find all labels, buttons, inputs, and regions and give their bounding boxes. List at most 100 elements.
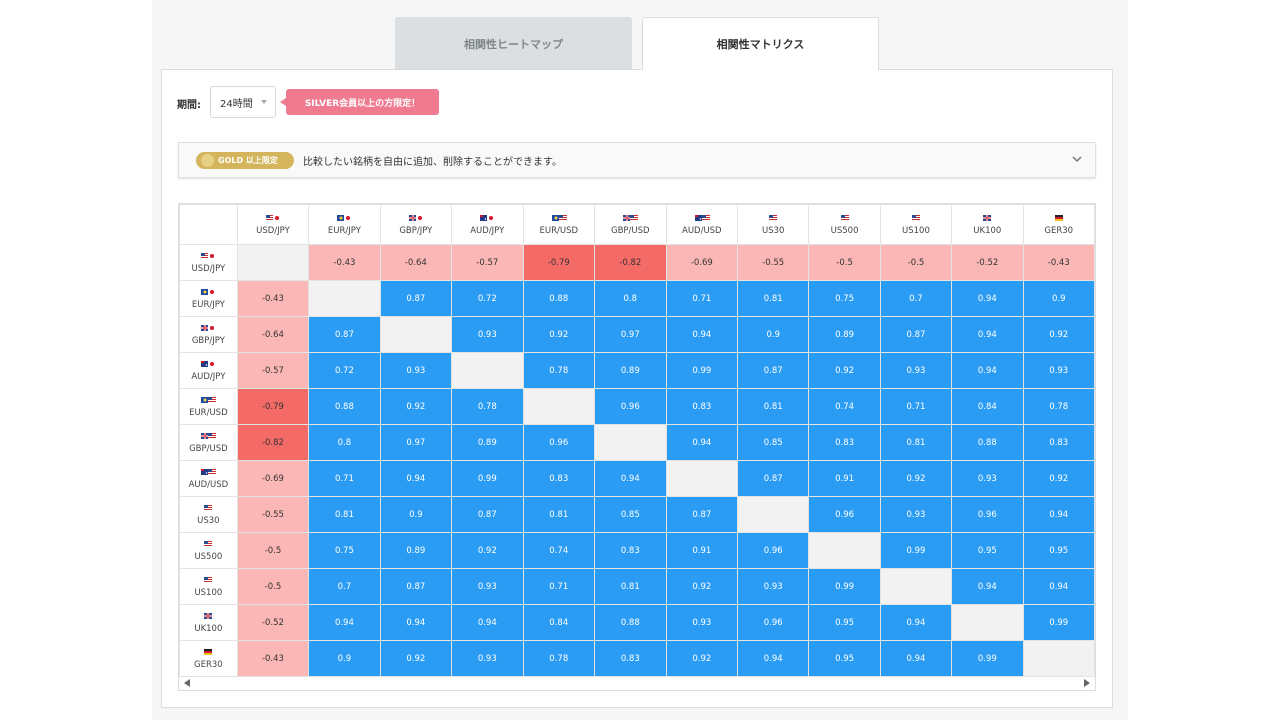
matrix-cell: 0.72 [451,280,524,317]
period-select[interactable]: 24時間 [210,86,276,118]
matrix-cell: 0.94 [451,604,524,641]
matrix-cell-diagonal [308,280,381,317]
flag-icon [983,214,992,221]
row-header: GBP/USD [179,424,238,461]
matrix-cell: 0.71 [879,388,953,425]
tab-heatmap[interactable]: 相関性ヒートマップ [395,17,632,70]
period-label: 期間: [177,100,201,111]
matrix-cell: 0.92 [879,460,953,497]
matrix-cell-diagonal [951,604,1024,641]
column-header-label: EUR/USD [539,225,579,236]
matrix-cell: 0.78 [1022,388,1095,425]
flag-icon [201,432,217,439]
matrix-cell: 0.8 [594,280,667,317]
matrix-cell: 0.81 [308,496,381,533]
flag-icon [201,468,217,475]
matrix-cell: 0.87 [665,496,739,533]
matrix-cell: -0.69 [665,244,739,281]
matrix-cell: 0.97 [379,424,453,461]
matrix-cell: 0.93 [879,496,953,533]
matrix-cell: -0.43 [1022,244,1095,281]
matrix-cell: 0.93 [1022,352,1095,389]
matrix-cell: 0.71 [308,460,381,497]
column-header-label: US100 [902,225,930,236]
matrix-cell: 0.87 [737,460,810,497]
matrix-cell: 0.87 [451,496,524,533]
matrix-cell: 0.83 [665,388,739,425]
matrix-cell: 0.93 [379,352,453,389]
matrix-cell: 0.99 [879,532,953,569]
matrix-cell: 0.95 [808,604,881,641]
matrix-cell: -0.64 [236,316,310,353]
matrix-cell: 0.71 [522,568,596,605]
column-header: EUR/USD [522,204,596,245]
info-bar[interactable]: GOLD 以上限定 比較したい銘柄を自由に追加、削除することができます。 [178,142,1096,178]
silver-member-badge: SILVER会員以上の方限定！ [280,89,439,115]
matrix-cell: 0.96 [522,424,596,461]
matrix-cell-diagonal [665,460,739,497]
matrix-cell-diagonal [522,388,596,425]
matrix-row: US500 -0.5 0.75 0.89 0.92 0.74 0.83 0.91 0.96 0.9… [179,532,1095,569]
column-header-label: AUD/USD [682,225,722,236]
row-header-label: EUR/JPY [191,299,225,310]
matrix-cell: 0.93 [451,640,524,677]
flag-icon [204,612,213,619]
flag-icon [840,214,849,221]
scroll-left-icon[interactable] [184,679,190,687]
matrix-cell: 0.81 [737,280,810,317]
matrix-cell: 0.75 [808,280,881,317]
flag-icon [201,396,217,403]
matrix-cell: 0.94 [951,280,1024,317]
flag-icon [408,214,424,221]
gold-badge: GOLD 以上限定 [196,152,294,169]
matrix-cell: -0.57 [451,244,524,281]
matrix-cell: 0.78 [451,388,524,425]
matrix-cell: 0.95 [1022,532,1095,569]
row-header: GBP/JPY [179,316,238,353]
matrix-cell: 0.99 [451,460,524,497]
matrix-cell: 0.96 [594,388,667,425]
matrix-cell: 0.93 [665,604,739,641]
scroll-right-icon[interactable] [1084,679,1090,687]
flag-icon [694,214,710,221]
matrix-cell: 0.85 [737,424,810,461]
row-header: AUD/USD [179,460,238,497]
matrix-cell: 0.88 [522,280,596,317]
matrix-cell: 0.81 [594,568,667,605]
matrix-row: GBP/JPY -0.64 0.87 0.93 0.92 0.97 0.94 0.9 0.89 0… [179,316,1095,353]
flag-icon [769,214,778,221]
matrix-cell: -0.64 [379,244,453,281]
matrix-cell: 0.78 [522,352,596,389]
matrix-cell: 0.91 [665,532,739,569]
row-header: EUR/USD [179,388,238,425]
column-header: GBP/USD [594,204,667,245]
matrix-cell: -0.82 [594,244,667,281]
matrix-cell: 0.92 [522,316,596,353]
matrix-cell: 0.89 [379,532,453,569]
matrix-cell: 0.94 [379,604,453,641]
matrix-cell: 0.94 [1022,568,1095,605]
flag-icon [265,214,281,221]
matrix-cell: 0.92 [451,532,524,569]
matrix-cell: 0.95 [951,532,1024,569]
flag-icon [480,214,496,221]
column-header: AUD/JPY [451,204,524,245]
column-header-label: US500 [830,225,859,236]
matrix-cell-diagonal [236,244,310,281]
chevron-down-icon[interactable] [1071,153,1083,165]
matrix-cell: 0.94 [951,568,1024,605]
matrix-cell: 0.92 [379,640,453,677]
matrix-cell: 0.81 [522,496,596,533]
row-header-label: US500 [194,551,223,562]
matrix-cell: 0.83 [1022,424,1095,461]
matrix-cell: -0.5 [236,532,310,569]
tab-matrix[interactable]: 相関性マトリクス [642,17,879,70]
matrix-cell: 0.91 [808,460,881,497]
matrix-cell-diagonal [879,568,953,605]
row-header-label: GBP/JPY [191,335,225,346]
flag-icon [337,214,353,221]
matrix-cell-diagonal [379,316,453,353]
column-header-label: USD/JPY [256,225,290,236]
matrix-cell: 0.94 [951,316,1024,353]
period-value: 24時間 [220,98,253,110]
